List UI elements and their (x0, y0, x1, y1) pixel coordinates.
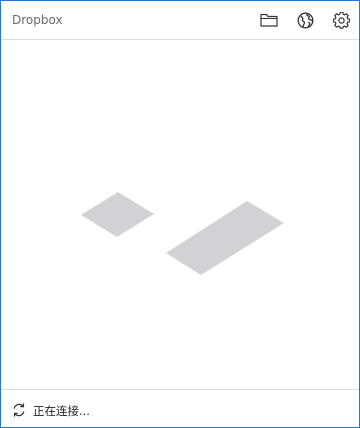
status-bar: 正在连接... (1, 389, 359, 428)
placeholder-shape-small (81, 192, 154, 237)
window-title: Dropbox (12, 13, 63, 27)
dropbox-window: Dropbox 正在连接... (0, 0, 360, 428)
placeholder-shape-large (166, 201, 284, 275)
loading-area (1, 40, 359, 389)
placeholder-illustration (81, 192, 284, 275)
connection-status-text: 正在连接... (33, 404, 90, 418)
header-bar: Dropbox (1, 1, 359, 40)
globe-icon[interactable] (296, 11, 314, 29)
folder-icon[interactable] (260, 11, 278, 29)
sync-icon (12, 402, 26, 417)
gear-icon[interactable] (332, 11, 350, 29)
